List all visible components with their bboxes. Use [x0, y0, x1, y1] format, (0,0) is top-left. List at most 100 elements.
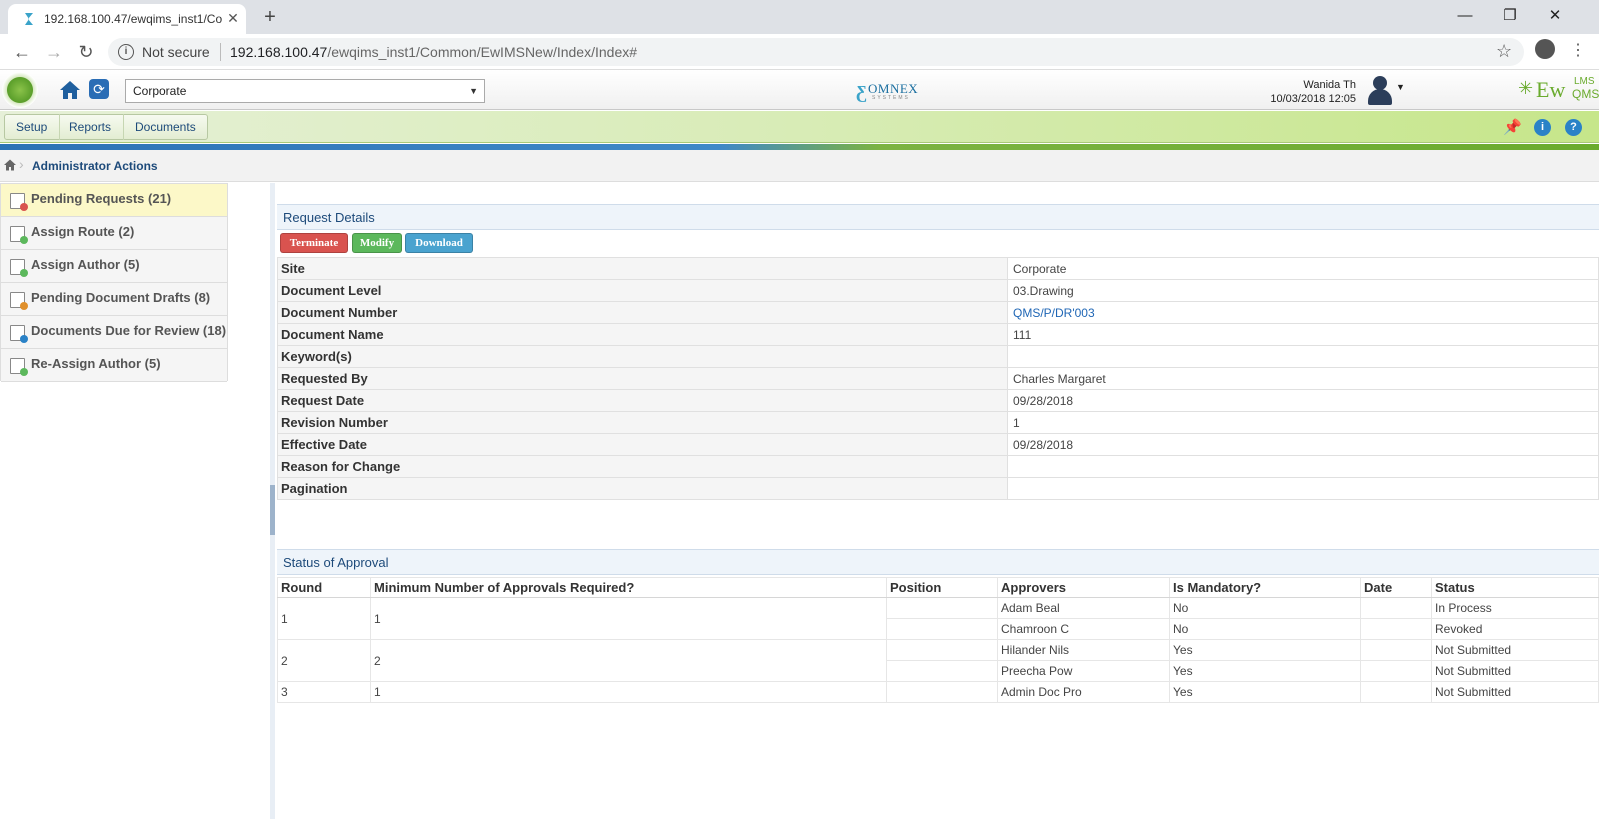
- help-icon[interactable]: ?: [1565, 119, 1582, 136]
- position-cell: [886, 681, 998, 703]
- home-icon[interactable]: [58, 78, 82, 102]
- table-row: 2 2 Hilander Nils Yes Not Submitted: [277, 639, 1599, 682]
- sidebar-item-pending-requests[interactable]: Pending Requests (21): [1, 184, 227, 217]
- browser-profile-icon[interactable]: [1535, 39, 1555, 59]
- detail-key: Requested By: [277, 367, 1008, 390]
- status-cell: In Process: [1431, 597, 1599, 619]
- splitter-handle[interactable]: [270, 485, 275, 535]
- bookmark-star-icon[interactable]: ☆: [1496, 41, 1512, 62]
- main-menu-bar: Setup Reports Documents 📌 i ?: [0, 111, 1599, 143]
- browser-toolbar: ← → ↻ i Not secure 192.168.100.47/ewqims…: [0, 34, 1599, 70]
- position-cell: [886, 597, 998, 619]
- detail-value: [1007, 477, 1599, 500]
- browser-tab[interactable]: 192.168.100.47/ewqims_inst1/Co ✕: [8, 4, 246, 34]
- pin-icon[interactable]: 📌: [1503, 118, 1522, 136]
- security-label: Not secure: [142, 44, 210, 60]
- detail-key: Revision Number: [277, 411, 1008, 434]
- detail-key: Effective Date: [277, 433, 1008, 456]
- status-cell: Revoked: [1431, 618, 1599, 640]
- sidebar-item-label: Documents Due for Review (18): [31, 323, 227, 338]
- status-cell: Not Submitted: [1431, 639, 1599, 661]
- breadcrumb-current[interactable]: Administrator Actions: [32, 159, 158, 173]
- info-icon[interactable]: i: [118, 44, 134, 60]
- detail-value: 09/28/2018: [1007, 389, 1599, 412]
- menu-setup[interactable]: Setup: [4, 114, 61, 140]
- url-divider: [220, 43, 221, 61]
- info-circle-icon[interactable]: i: [1534, 119, 1551, 136]
- document-number-link[interactable]: QMS/P/DR'003: [1013, 306, 1095, 320]
- browser-menu-icon[interactable]: ⋮: [1570, 40, 1586, 60]
- admin-actions-sidebar: Pending Requests (21) Assign Route (2) A…: [0, 183, 228, 382]
- column-header: Is Mandatory?: [1169, 577, 1361, 598]
- approver-cell: Adam Beal: [997, 597, 1170, 619]
- assign-author-icon: [10, 259, 28, 277]
- product-logo: ✳ Ew LMS QMS: [1518, 76, 1599, 102]
- sidebar-item-assign-author[interactable]: Assign Author (5): [1, 250, 227, 283]
- sidebar-item-due-for-review[interactable]: Documents Due for Review (18): [1, 316, 227, 349]
- sidebar-item-label: Assign Author (5): [31, 257, 140, 272]
- request-details-table: Site Corporate Document Level 03.Drawing D…: [277, 257, 1599, 500]
- chevron-down-icon: ▼: [469, 86, 478, 96]
- app-logo-icon[interactable]: [2, 72, 38, 108]
- site-select[interactable]: Corporate ▼: [125, 79, 485, 103]
- date-cell: [1360, 681, 1432, 703]
- mandatory-cell: Yes: [1169, 639, 1361, 661]
- minimize-icon[interactable]: —: [1450, 4, 1480, 28]
- sidebar-item-reassign-author[interactable]: Re-Assign Author (5): [1, 349, 227, 382]
- detail-value: [1007, 455, 1599, 478]
- sidebar-item-label: Assign Route (2): [31, 224, 135, 239]
- mandatory-cell: Yes: [1169, 660, 1361, 682]
- mandatory-cell: No: [1169, 597, 1361, 619]
- mandatory-cell: Yes: [1169, 681, 1361, 703]
- sidebar-item-pending-drafts[interactable]: Pending Document Drafts (8): [1, 283, 227, 316]
- terminate-button[interactable]: Terminate: [280, 233, 348, 253]
- reload-icon[interactable]: ↻: [74, 40, 98, 64]
- site-select-value: Corporate: [133, 84, 187, 98]
- pending-requests-icon: [10, 193, 28, 211]
- sidebar-item-label: Pending Document Drafts (8): [31, 290, 211, 305]
- status-cell: Not Submitted: [1431, 681, 1599, 703]
- address-bar[interactable]: i Not secure 192.168.100.47/ewqims_inst1…: [108, 38, 1524, 66]
- menu-documents[interactable]: Documents: [123, 114, 208, 140]
- menu-reports[interactable]: Reports: [57, 114, 125, 140]
- new-tab-icon[interactable]: +: [259, 6, 281, 28]
- position-cell: [886, 660, 998, 682]
- user-menu-caret-icon[interactable]: ▼: [1396, 82, 1405, 92]
- user-datetime: 10/03/2018 12:05: [1270, 93, 1356, 105]
- close-tab-icon[interactable]: ✕: [224, 9, 242, 27]
- detail-value: QMS/P/DR'003: [1007, 301, 1599, 324]
- table-row: 1 1 Adam Beal No In Process: [277, 597, 1599, 640]
- status-cell: Not Submitted: [1431, 660, 1599, 682]
- date-cell: [1360, 639, 1432, 661]
- close-window-icon[interactable]: ✕: [1540, 4, 1570, 28]
- mandatory-cell: No: [1169, 618, 1361, 640]
- download-button[interactable]: Download: [405, 233, 473, 253]
- breadcrumb: › Administrator Actions: [0, 150, 1599, 182]
- sidebar-item-label: Pending Requests (21): [31, 191, 172, 206]
- column-header: Position: [886, 577, 998, 598]
- forward-icon[interactable]: →: [42, 40, 66, 64]
- assign-route-icon: [10, 226, 28, 244]
- column-header: Approvers: [997, 577, 1170, 598]
- table-row: Request Date 09/28/2018: [277, 389, 1599, 412]
- pending-drafts-icon: [10, 292, 28, 310]
- url-text[interactable]: 192.168.100.47/ewqims_inst1/Common/EwIMS…: [230, 44, 637, 60]
- column-header: Minimum Number of Approvals Required?: [370, 577, 887, 598]
- sidebar-item-label: Re-Assign Author (5): [31, 356, 161, 371]
- sidebar-item-assign-route[interactable]: Assign Route (2): [1, 217, 227, 250]
- round-cell: 3: [277, 681, 371, 703]
- detail-value: [1007, 345, 1599, 368]
- restore-icon[interactable]: ❐: [1495, 4, 1525, 28]
- approver-cell: Admin Doc Pro: [997, 681, 1170, 703]
- refresh-icon[interactable]: ⟳: [89, 79, 109, 99]
- user-avatar[interactable]: [1365, 74, 1395, 106]
- modify-button[interactable]: Modify: [352, 233, 402, 253]
- detail-value: 111: [1007, 323, 1599, 346]
- round-cell: 2: [277, 639, 371, 682]
- detail-key: Request Date: [277, 389, 1008, 412]
- detail-key: Site: [277, 257, 1008, 280]
- back-icon[interactable]: ←: [10, 40, 34, 64]
- date-cell: [1360, 660, 1432, 682]
- breadcrumb-home-icon[interactable]: [3, 158, 17, 172]
- table-row: Effective Date 09/28/2018: [277, 433, 1599, 456]
